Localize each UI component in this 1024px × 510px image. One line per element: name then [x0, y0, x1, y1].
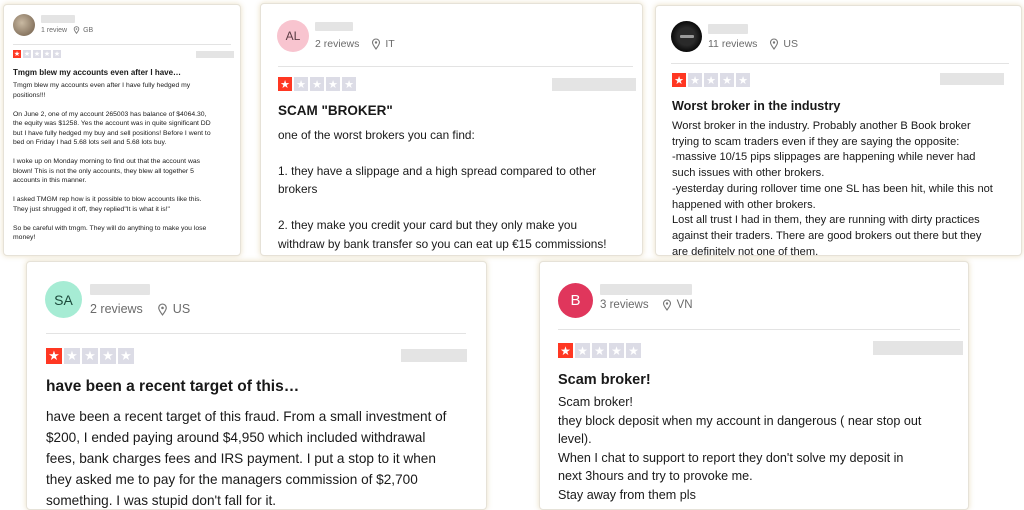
location-pin-icon	[662, 299, 671, 311]
divider	[13, 44, 231, 45]
review-date-redacted	[196, 51, 234, 58]
review-count: 3 reviews	[600, 299, 649, 311]
avatar[interactable]: SA	[45, 281, 82, 318]
star-icon: ★	[592, 343, 607, 358]
star-icon: ★	[53, 50, 61, 58]
review-count: 2 reviews	[90, 302, 143, 316]
star-icon: ★	[704, 73, 718, 87]
review-body: have been a recent target of this fraud.…	[46, 409, 447, 508]
star-icon: ★	[342, 77, 356, 91]
star-icon: ★	[626, 343, 641, 358]
review-card: AL 2 reviews IT ★ ★ ★ ★ ★ SCAM "BROKER" …	[260, 3, 643, 256]
star-icon: ★	[720, 73, 734, 87]
reviewer-name-redacted	[600, 284, 692, 295]
reviewer-name-redacted	[315, 22, 353, 31]
star-icon: ★	[33, 50, 41, 58]
reviewer-meta: 3 reviews VN	[600, 299, 693, 311]
avatar[interactable]	[671, 21, 702, 52]
star-icon: ★	[609, 343, 624, 358]
star-icon: ★	[672, 73, 686, 87]
review-body: Scam broker! they block deposit when my …	[558, 395, 922, 502]
review-title[interactable]: Tmgm blew my accounts even after I have…	[13, 68, 181, 77]
review-date-redacted	[940, 73, 1004, 85]
country: US	[783, 38, 799, 50]
divider	[278, 66, 633, 67]
star-icon: ★	[23, 50, 31, 58]
review-count: 1 review	[41, 26, 68, 34]
star-icon: ★	[64, 348, 80, 364]
star-icon: ★	[43, 50, 51, 58]
reviewer-name-redacted	[90, 284, 150, 295]
country: GB	[83, 26, 94, 34]
review-body: one of the worst brokers you can find: 1…	[278, 128, 607, 255]
star-icon: ★	[118, 348, 134, 364]
review-card: 1 review GB ★ ★ ★ ★ ★ Tmgm blew my accou…	[3, 4, 241, 256]
location-pin-icon	[73, 26, 80, 34]
star-rating: ★ ★ ★ ★ ★	[672, 73, 752, 87]
review-date-redacted	[873, 341, 963, 355]
reviewer-meta: 1 review GB	[41, 26, 93, 34]
location-pin-icon	[157, 302, 167, 316]
star-rating: ★ ★ ★ ★ ★	[278, 77, 358, 91]
reviewer-meta: 11 reviews US	[708, 38, 798, 50]
avatar-initials: SA	[54, 291, 73, 308]
star-icon: ★	[558, 343, 573, 358]
country: VN	[676, 299, 693, 311]
star-rating: ★ ★ ★ ★ ★	[13, 50, 63, 58]
avatar-initials: B	[570, 292, 581, 309]
review-title[interactable]: have been a recent target of this…	[46, 378, 299, 396]
divider	[671, 63, 1009, 64]
star-icon: ★	[688, 73, 702, 87]
review-card: B 3 reviews VN ★ ★ ★ ★ ★ Scam broker! Sc…	[539, 261, 969, 510]
star-icon: ★	[100, 348, 116, 364]
star-icon: ★	[326, 77, 340, 91]
location-pin-icon	[372, 38, 381, 50]
country: US	[172, 302, 191, 316]
reviewer-name-redacted	[708, 24, 748, 34]
divider	[46, 333, 466, 334]
review-count: 2 reviews	[315, 38, 360, 50]
star-icon: ★	[278, 77, 292, 91]
location-pin-icon	[770, 38, 779, 50]
star-icon: ★	[82, 348, 98, 364]
avatar[interactable]: AL	[277, 20, 309, 52]
reviewer-meta: 2 reviews US	[90, 302, 190, 316]
star-rating: ★ ★ ★ ★ ★	[558, 343, 643, 358]
review-count: 11 reviews	[708, 38, 758, 50]
review-title[interactable]: SCAM "BROKER"	[278, 103, 393, 118]
review-title[interactable]: Scam broker!	[558, 372, 651, 388]
star-icon: ★	[13, 50, 21, 58]
avatar[interactable]	[13, 14, 35, 36]
country: IT	[385, 38, 395, 50]
avatar-initials: AL	[285, 29, 301, 43]
review-body: Tmgm blew my accounts even after I have …	[13, 82, 211, 241]
reviewer-name-redacted	[41, 15, 75, 23]
review-card: 11 reviews US ★ ★ ★ ★ ★ Worst broker in …	[655, 5, 1022, 256]
review-date-redacted	[552, 78, 636, 91]
star-icon: ★	[575, 343, 590, 358]
review-title[interactable]: Worst broker in the industry	[672, 99, 840, 113]
divider	[558, 329, 960, 330]
avatar[interactable]: B	[558, 283, 593, 318]
star-icon: ★	[736, 73, 750, 87]
star-icon: ★	[294, 77, 308, 91]
review-date-redacted	[401, 349, 467, 362]
star-rating: ★ ★ ★ ★ ★	[46, 348, 136, 364]
review-card: SA 2 reviews US ★ ★ ★ ★ ★ have been a re…	[26, 261, 487, 510]
reviewer-meta: 2 reviews IT	[315, 38, 395, 50]
review-body: Worst broker in the industry. Probably a…	[672, 120, 993, 256]
star-icon: ★	[46, 348, 62, 364]
star-icon: ★	[310, 77, 324, 91]
